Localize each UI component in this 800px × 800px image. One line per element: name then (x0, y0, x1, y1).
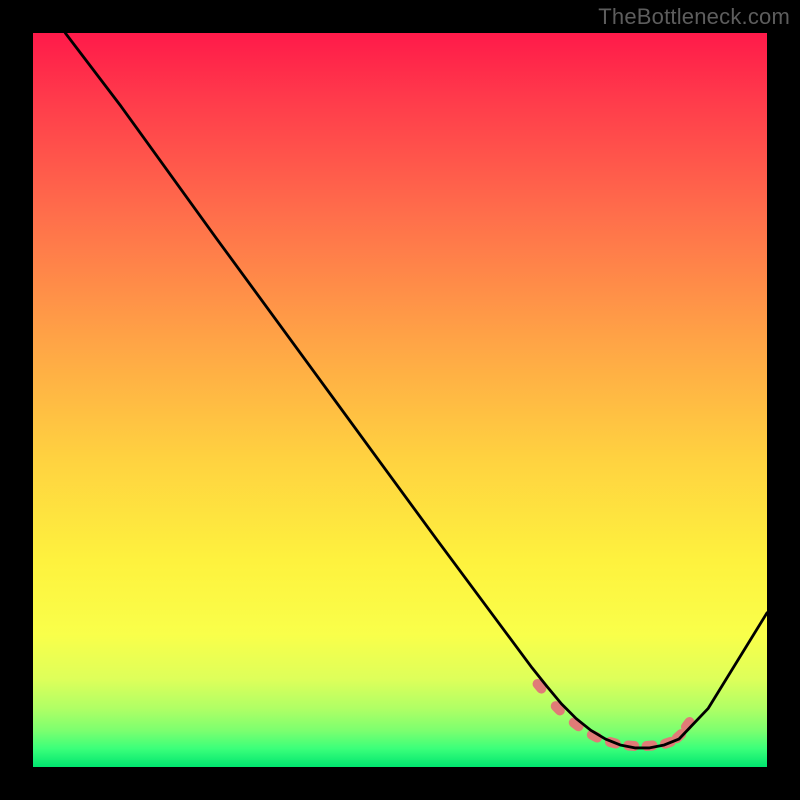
watermark-text: TheBottleneck.com (598, 4, 790, 30)
chart-svg (33, 33, 767, 767)
marker-layer (530, 677, 696, 751)
curve-line (65, 33, 767, 748)
chart-frame: TheBottleneck.com (0, 0, 800, 800)
plot-area (33, 33, 767, 767)
